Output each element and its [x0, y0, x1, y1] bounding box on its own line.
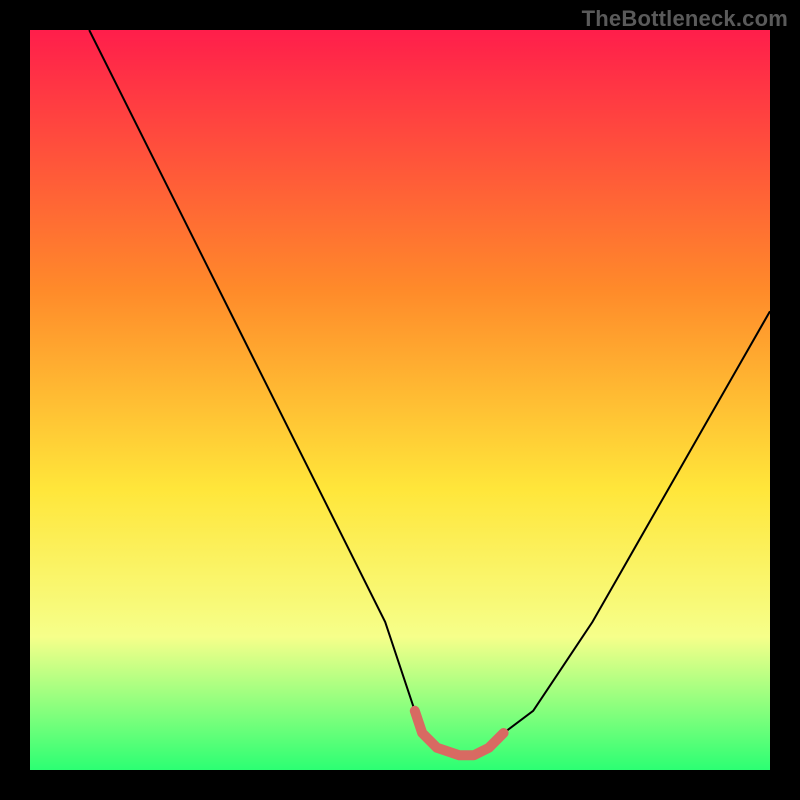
bottleneck-chart: [30, 30, 770, 770]
gradient-background: [30, 30, 770, 770]
watermark-text: TheBottleneck.com: [582, 6, 788, 32]
chart-stage: TheBottleneck.com: [0, 0, 800, 800]
